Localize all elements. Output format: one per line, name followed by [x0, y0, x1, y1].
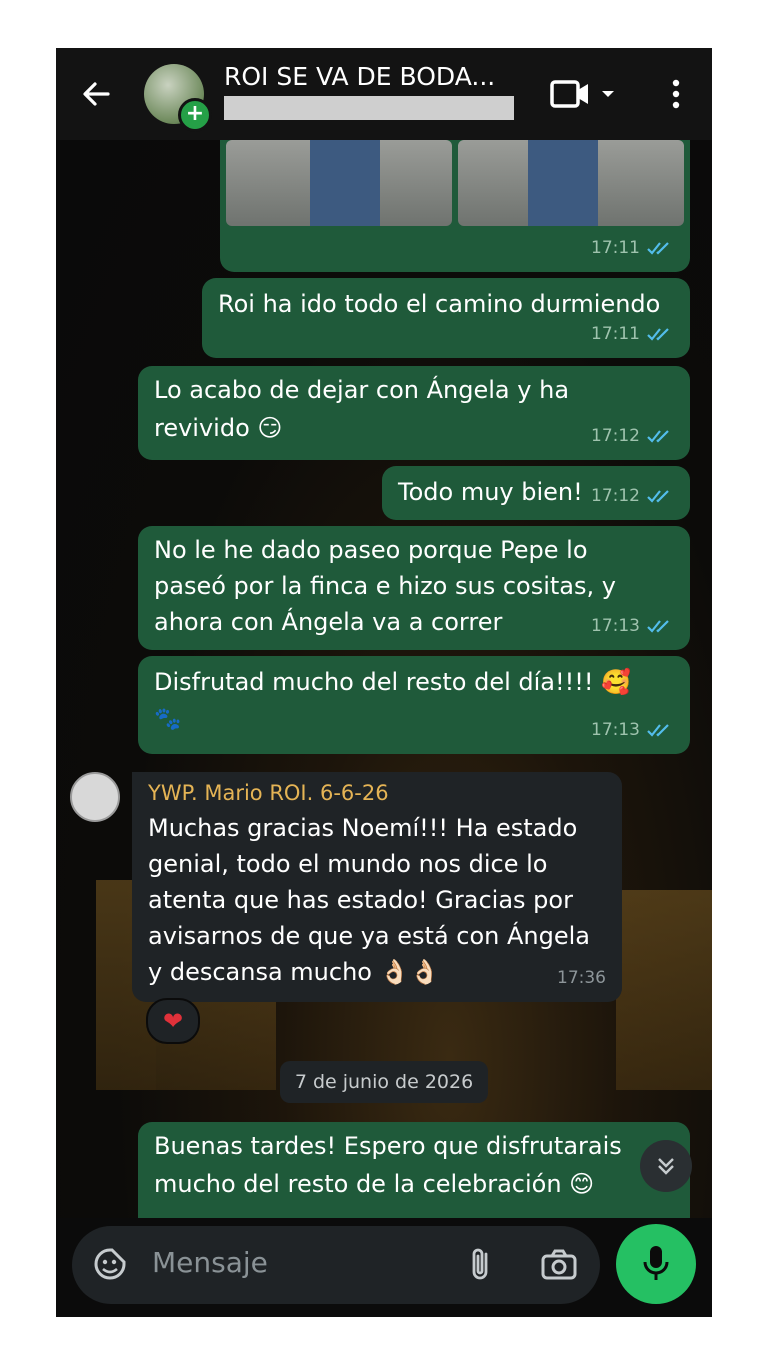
- message-text-line: revivido 😏: [154, 414, 283, 442]
- message-text-line: Lo acabo de dejar con Ángela y ha: [154, 376, 570, 404]
- message-meta: 17:12: [591, 478, 674, 514]
- message-text-line: No le he dado paseo porque Pepe lo: [154, 536, 588, 564]
- sender-avatar[interactable]: [70, 772, 120, 822]
- message-text-line: ahora con Ángela va a correr: [154, 608, 503, 636]
- more-options-icon[interactable]: [666, 78, 686, 110]
- double-check-icon: [647, 490, 669, 503]
- phone-screen: + ROI SE VA DE BODA... 17:11 Roi ha ido …: [56, 48, 712, 1317]
- message-time: 17:12: [591, 486, 640, 506]
- message-time: 17:36: [557, 968, 606, 988]
- double-chevron-down-icon: [658, 1158, 674, 1175]
- add-icon: +: [178, 98, 212, 132]
- message-time: 17:11: [591, 238, 640, 258]
- message-time: 17:13: [591, 616, 640, 636]
- double-check-icon: [647, 724, 669, 737]
- date-separator: 7 de junio de 2026: [280, 1061, 488, 1103]
- sticker-icon[interactable]: [92, 1246, 128, 1282]
- back-arrow-icon[interactable]: [78, 76, 114, 112]
- message-text-line: Disfrutad mucho del resto del día!!!! 🥰: [154, 668, 631, 696]
- sender-name[interactable]: YWP. Mario ROI. 6-6-26: [148, 778, 389, 808]
- message-text-line: atenta que has estado! Gracias por: [148, 886, 573, 914]
- message-bubble[interactable]: No le he dado paseo porque Pepe lo paseó…: [138, 526, 690, 650]
- message-meta: 17:36: [557, 960, 606, 996]
- message-time: 17:13: [591, 720, 640, 740]
- chat-title[interactable]: ROI SE VA DE BODA...: [224, 62, 524, 91]
- message-bubble[interactable]: Todo muy bien! 17:12: [382, 466, 690, 520]
- redacted-subtitle: [224, 96, 514, 120]
- voice-message-button[interactable]: [616, 1224, 696, 1304]
- wallpaper-temple-right: [616, 890, 712, 1090]
- message-photo-bubble[interactable]: 17:11: [220, 140, 690, 272]
- incoming-message-bubble[interactable]: YWP. Mario ROI. 6-6-26 Muchas gracias No…: [132, 772, 622, 1002]
- video-call-icon[interactable]: [550, 78, 620, 110]
- photo-thumbnail[interactable]: [458, 140, 684, 226]
- double-check-icon: [647, 242, 669, 255]
- attach-icon[interactable]: [466, 1246, 496, 1284]
- camera-icon[interactable]: [540, 1248, 578, 1282]
- message-meta: 17:11: [591, 316, 674, 352]
- double-check-icon: [647, 430, 669, 443]
- message-meta: 17:12: [591, 418, 674, 454]
- message-text-line: mucho del resto de la celebración 😊: [154, 1170, 595, 1198]
- message-input-placeholder[interactable]: Mensaje: [152, 1246, 268, 1279]
- message-meta: 17:13: [591, 608, 674, 644]
- message-text: Todo muy bien!: [398, 478, 583, 506]
- double-check-icon: [647, 620, 669, 633]
- message-text-line: y descansa mucho 👌🏻👌🏻: [148, 958, 440, 986]
- microphone-icon: [643, 1246, 669, 1280]
- message-bubble[interactable]: Disfrutad mucho del resto del día!!!! 🥰 …: [138, 656, 690, 754]
- double-check-icon: [647, 328, 669, 341]
- message-text-line: Muchas gracias Noemí!!! Ha estado: [148, 814, 578, 842]
- message-text-line: paseó por la finca e hizo sus cositas, y: [154, 572, 616, 600]
- message-bubble[interactable]: Lo acabo de dejar con Ángela y ha revivi…: [138, 366, 690, 460]
- message-text-line: avisarnos de que ya está con Ángela: [148, 922, 591, 950]
- heart-reaction[interactable]: ❤: [146, 998, 200, 1044]
- message-time: 17:11: [591, 324, 640, 344]
- message-text-line: Buenas tardes! Espero que disfrutarais: [154, 1132, 622, 1160]
- chat-header: + ROI SE VA DE BODA...: [56, 48, 712, 140]
- photo-thumbnail[interactable]: [226, 140, 452, 226]
- message-bubble[interactable]: Roi ha ido todo el camino durmiendo 17:1…: [202, 278, 690, 358]
- paw-emoji: 🐾: [154, 707, 182, 732]
- message-meta: 17:11: [591, 230, 674, 266]
- message-meta: 17:13: [591, 712, 674, 748]
- scroll-to-bottom-button[interactable]: [640, 1140, 692, 1192]
- message-input-bar[interactable]: Mensaje: [72, 1226, 600, 1304]
- message-time: 17:12: [591, 426, 640, 446]
- message-text-line: genial, todo el mundo nos dice lo: [148, 850, 548, 878]
